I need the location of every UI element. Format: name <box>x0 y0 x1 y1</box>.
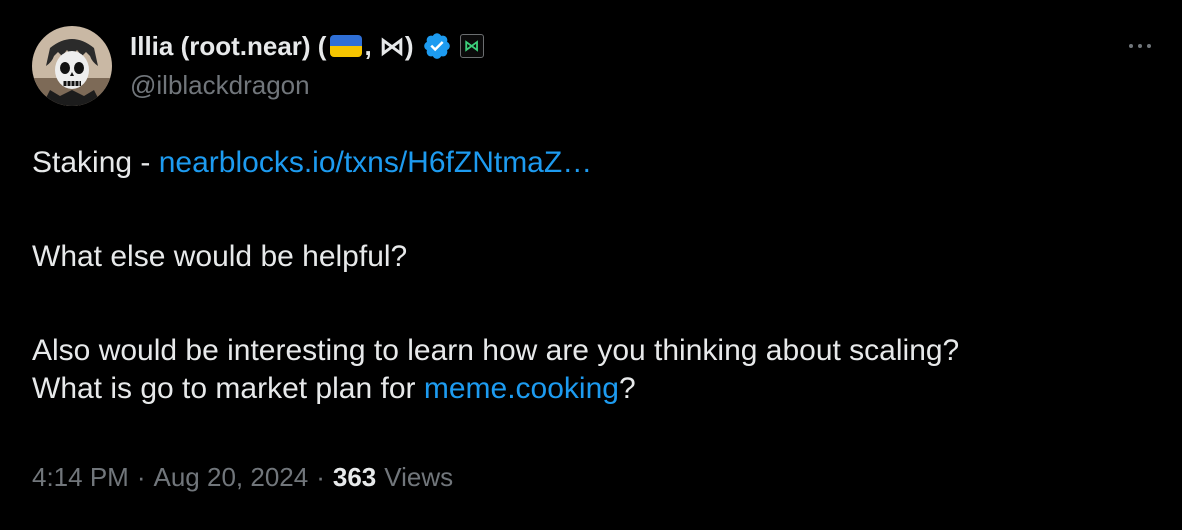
market-plan-text: What is go to market plan for <box>32 372 424 405</box>
meta-separator: · <box>316 462 325 492</box>
views-label: Views <box>384 462 454 492</box>
tweet: Illia (root.near) ( , ⋈) ⋈ @ilblackdrago… <box>0 0 1182 530</box>
meme-cooking-link[interactable]: meme.cooking <box>424 372 619 405</box>
more-options-button[interactable] <box>1120 34 1160 58</box>
tweet-line-staking: Staking - nearblocks.io/txns/H6fZNtmaZ… <box>32 144 1152 182</box>
author-display-name[interactable]: Illia (root.near) ( , ⋈) <box>130 31 414 62</box>
question-mark: ? <box>618 372 636 405</box>
tweet-date[interactable]: Aug 20, 2024 <box>154 462 309 493</box>
tweet-time[interactable]: 4:14 PM <box>32 462 129 493</box>
display-name-prefix: Illia (root.near) ( <box>130 30 327 61</box>
verified-badge-icon[interactable] <box>422 31 452 61</box>
author-avatar[interactable] <box>32 26 112 106</box>
tweet-text: Staking - nearblocks.io/txns/H6fZNtmaZ… … <box>32 144 1152 408</box>
more-horizontal-icon <box>1129 44 1133 48</box>
author-name-row: Illia (root.near) ( , ⋈) ⋈ <box>130 28 1122 64</box>
near-logo-badge-icon[interactable]: ⋈ <box>459 34 484 58</box>
tweet-metadata: 4:14 PM · Aug 20, 2024 · 363 Views <box>32 462 453 493</box>
author-handle[interactable]: @ilblackdragon <box>130 70 1122 101</box>
tweet-line-scaling: Also would be interesting to learn how a… <box>32 334 960 367</box>
tweet-line-market-plan: What is go to market plan for meme.cooki… <box>32 370 1152 408</box>
display-name-suffix: , ⋈) <box>364 30 414 61</box>
ukraine-flag-icon <box>330 35 363 57</box>
views-count: 363 <box>332 462 377 492</box>
tweet-line-question: What else would be helpful? <box>32 240 408 273</box>
staking-label: Staking - <box>32 146 159 179</box>
meta-separator: · <box>136 462 146 492</box>
nearblocks-link[interactable]: nearblocks.io/txns/H6fZNtmaZ… <box>159 146 592 179</box>
tweet-header: Illia (root.near) ( , ⋈) ⋈ @ilblackdrago… <box>130 28 1122 101</box>
more-horizontal-icon-dot <box>1138 44 1142 48</box>
more-horizontal-icon-dot <box>1147 44 1151 48</box>
